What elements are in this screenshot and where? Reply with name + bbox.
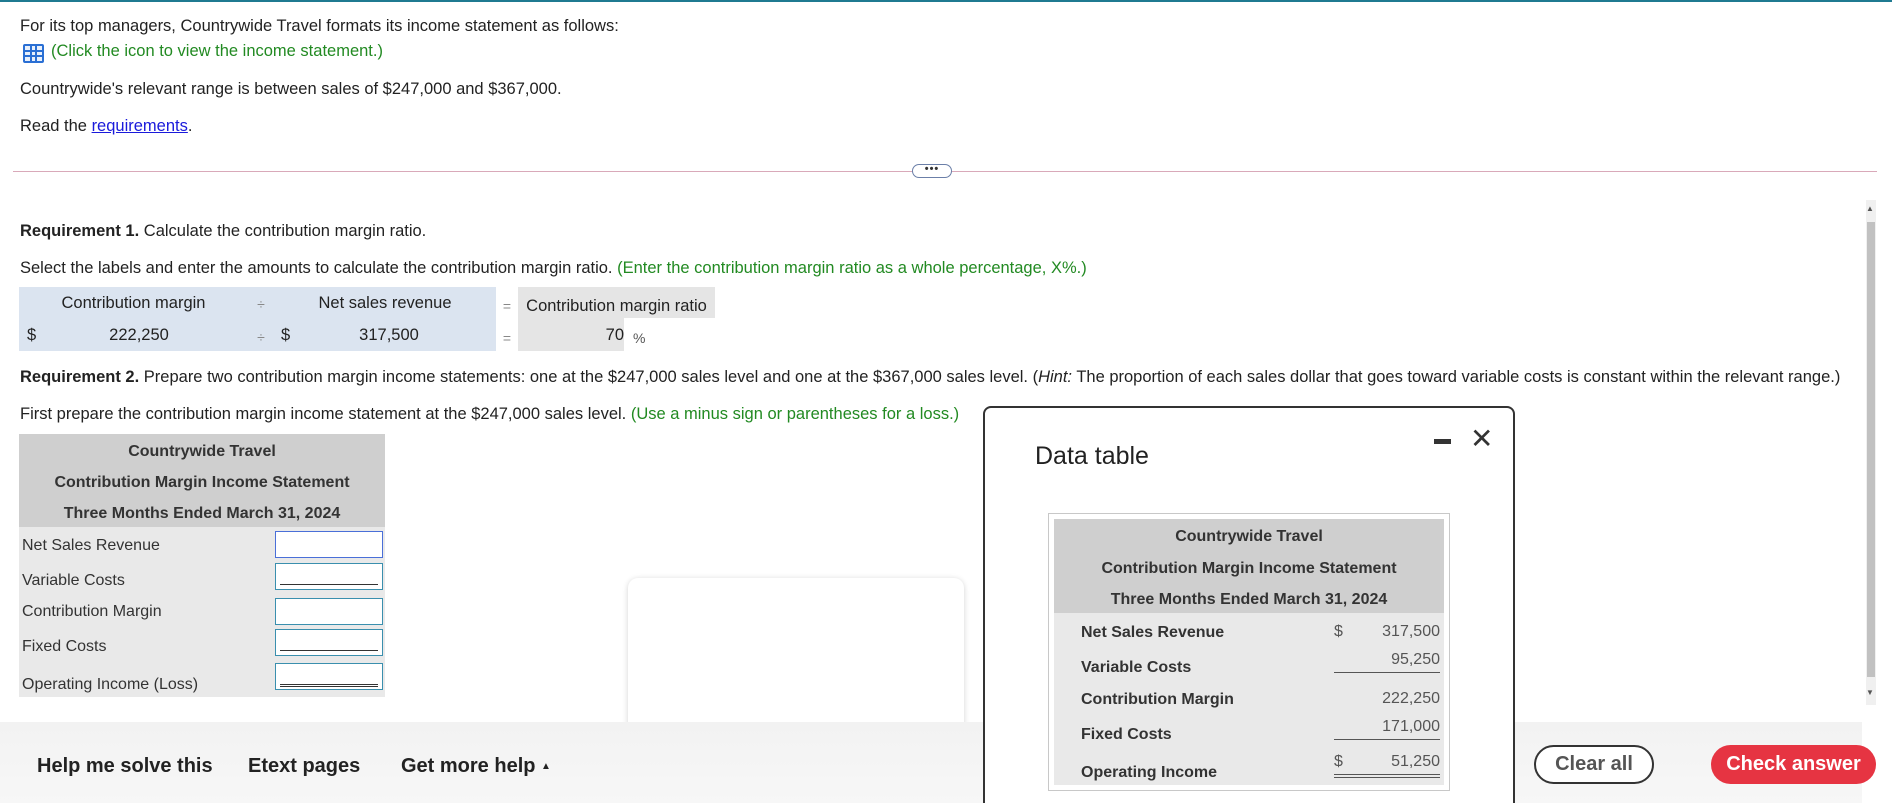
denominator-input[interactable]: 317,500	[274, 326, 504, 345]
row-label-operating-income: Operating Income (Loss)	[22, 676, 199, 693]
equals-sign: =	[502, 330, 512, 346]
caret-up-icon: ▲	[541, 761, 551, 773]
table-icon[interactable]	[23, 44, 44, 63]
req2-heading: Requirement 2. Prepare two contribution …	[20, 368, 1840, 387]
get-more-help-label: Get more help	[401, 755, 536, 777]
view-statement-link[interactable]: (Click the icon to view the income state…	[51, 42, 383, 61]
get-more-help-button[interactable]: Get more help ▲	[401, 755, 551, 778]
requirements-link[interactable]: requirements	[92, 117, 188, 135]
dt-company: Countrywide Travel	[1175, 528, 1323, 545]
intro-text: For its top managers, Countrywide Travel…	[20, 17, 619, 35]
data-table-header: Countrywide Travel Contribution Margin I…	[1054, 519, 1444, 613]
row-label-variable-costs: Variable Costs	[22, 572, 125, 589]
req2-text-a: Prepare two contribution margin income s…	[139, 368, 1039, 386]
dt-subtotal-line	[1334, 672, 1440, 673]
fixed-costs-input[interactable]	[275, 629, 383, 656]
req1-hint: (Enter the contribution margin ratio as …	[617, 259, 1087, 277]
req2-instruction: First prepare the contribution margin in…	[20, 405, 959, 424]
dt-row-label: Net Sales Revenue	[1081, 624, 1225, 641]
equals-header: =	[502, 298, 512, 314]
row-label-net-sales: Net Sales Revenue	[22, 537, 160, 554]
dt-row-value: 51,250	[1391, 753, 1440, 770]
top-accent-line	[0, 0, 1892, 2]
result-label: Contribution margin ratio	[526, 297, 707, 315]
operating-income-input[interactable]	[275, 663, 383, 690]
req2-hint: (Use a minus sign or parentheses for a l…	[630, 405, 960, 423]
req1-instruction-text: Select the labels and enter the amounts …	[20, 259, 613, 277]
modal-title: Data table	[1035, 442, 1149, 470]
close-icon[interactable]: ✕	[1470, 425, 1493, 453]
read-prefix: Read the	[20, 117, 92, 135]
etext-pages-button[interactable]: Etext pages	[248, 755, 360, 778]
dt-title: Contribution Margin Income Statement	[1101, 560, 1397, 577]
net-sales-input[interactable]	[275, 531, 383, 558]
dt-period: Three Months Ended March 31, 2024	[1110, 591, 1388, 608]
denominator-label[interactable]: Net sales revenue	[274, 294, 496, 313]
variable-costs-input[interactable]	[275, 563, 383, 590]
req2-instruction-text: First prepare the contribution margin in…	[20, 405, 627, 423]
dt-row-value: 171,000	[1382, 718, 1440, 735]
dt-row-value: 222,250	[1382, 690, 1440, 707]
dt-row-label: Contribution Margin	[1081, 691, 1234, 708]
statement-header: Countrywide Travel Contribution Margin I…	[19, 434, 385, 527]
req1-instruction: Select the labels and enter the amounts …	[20, 259, 1087, 278]
req2-hint-label: Hint:	[1038, 368, 1073, 386]
dt-subtotal-line	[1334, 739, 1440, 740]
dt-row-label: Operating Income	[1081, 764, 1218, 781]
help-me-solve-button[interactable]: Help me solve this	[37, 755, 213, 778]
req2-label: Requirement 2.	[20, 368, 140, 386]
dt-row-value: 317,500	[1382, 623, 1440, 640]
divide-sign: ÷	[257, 329, 265, 345]
scroll-up-icon[interactable]: ▲	[1866, 204, 1874, 213]
dt-row-value: 95,250	[1391, 651, 1440, 668]
row-label-contribution-margin: Contribution Margin	[22, 603, 162, 620]
dt-row-label: Variable Costs	[1081, 659, 1192, 676]
read-requirements: Read the requirements.	[20, 117, 192, 136]
more-options-button[interactable]: •••	[912, 164, 952, 178]
scrollbar-thumb[interactable]	[1867, 222, 1875, 677]
check-answer-button[interactable]: Check answer	[1711, 745, 1876, 784]
contribution-margin-input[interactable]	[275, 598, 383, 625]
read-suffix: .	[187, 117, 193, 135]
req2-text-b: The proportion of each sales dollar that…	[1072, 368, 1841, 386]
req1-label: Requirement 1.	[20, 222, 140, 240]
dt-total-line	[1334, 774, 1440, 775]
dt-row-label: Fixed Costs	[1081, 726, 1172, 743]
minimize-icon[interactable]	[1434, 439, 1451, 444]
result-input[interactable]: 70	[518, 326, 624, 345]
row-label-fixed-costs: Fixed Costs	[22, 638, 107, 655]
clear-all-button[interactable]: Clear all	[1534, 745, 1654, 784]
percent-sign: %	[633, 330, 646, 346]
statement-title: Contribution Margin Income Statement	[54, 474, 350, 491]
statement-company: Countrywide Travel	[128, 443, 276, 460]
statement-period: Three Months Ended March 31, 2024	[63, 505, 341, 522]
scroll-down-icon[interactable]: ▼	[1866, 688, 1874, 697]
numerator-input[interactable]: 222,250	[19, 326, 259, 345]
divide-header: ÷	[257, 296, 265, 312]
numerator-label[interactable]: Contribution margin	[19, 294, 248, 313]
relevant-range-text: Countrywide's relevant range is between …	[20, 80, 562, 98]
dt-total-line	[1334, 777, 1440, 778]
req1-text: Calculate the contribution margin ratio.	[139, 222, 427, 240]
req1-heading: Requirement 1. Calculate the contributio…	[20, 222, 426, 241]
